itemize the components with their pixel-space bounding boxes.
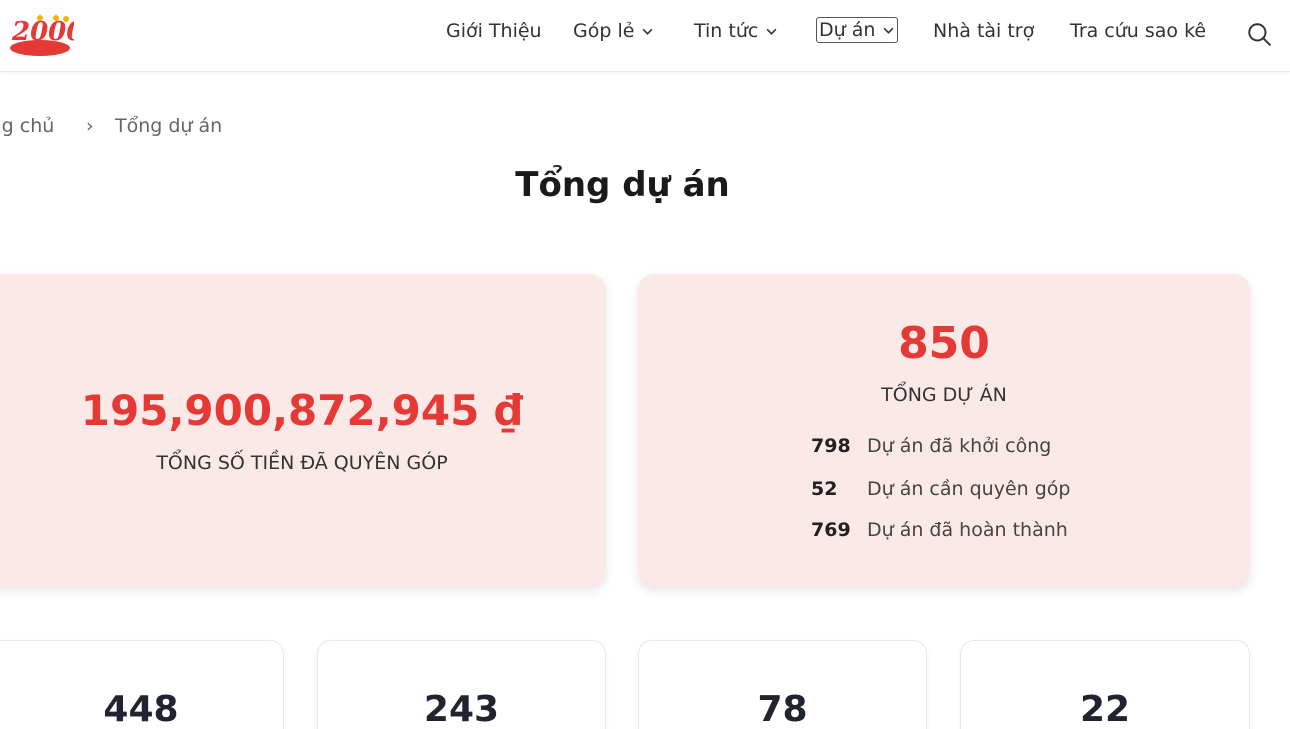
stat-card[interactable]: 78 xyxy=(638,640,927,729)
total-projects-label: TỔNG DỰ ÁN xyxy=(881,384,1007,406)
total-donations-label: TỔNG SỐ TIỀN ĐÃ QUYÊN GÓP xyxy=(156,452,448,474)
nav-gioi-thieu[interactable]: Giới Thiệu xyxy=(446,20,542,42)
nav-du-an-label: Dự án xyxy=(819,19,876,41)
nav-tra-cuu-label: Tra cứu sao kê xyxy=(1070,20,1207,42)
stat-number: 448 xyxy=(103,689,179,729)
nav-tin-tuc[interactable]: Tin tức xyxy=(694,20,778,42)
project-stat-number: 52 xyxy=(811,478,838,500)
stat-number: 78 xyxy=(757,689,808,729)
project-stat-number: 798 xyxy=(811,435,851,457)
project-stat-number: 769 xyxy=(811,519,851,541)
search-icon[interactable] xyxy=(1246,21,1272,47)
project-stat-row: 769 Dự án đã hoàn thành xyxy=(811,519,1068,541)
nav-du-an[interactable]: Dự án xyxy=(816,17,899,43)
site-header: 2000 Giới Thiệu Góp lẻ Tin tức Dự án Nhà… xyxy=(0,0,1290,72)
chevron-down-icon xyxy=(766,28,777,35)
page-title: Tổng dự án xyxy=(515,165,730,205)
breadcrumb-separator: › xyxy=(86,115,94,137)
stat-card[interactable]: 448 xyxy=(0,640,284,729)
breadcrumb-home[interactable]: ang chủ xyxy=(0,115,54,137)
chevron-down-icon xyxy=(643,28,653,35)
total-donations-card: 195,900,872,945 ₫ TỔNG SỐ TIỀN ĐÃ QUYÊN … xyxy=(0,274,606,587)
nav-tra-cuu-sao-ke[interactable]: Tra cứu sao kê xyxy=(1070,20,1206,42)
nav-nha-tai-tro-label: Nhà tài trợ xyxy=(933,20,1035,42)
logo[interactable]: 2000 xyxy=(4,10,74,58)
stat-card[interactable]: 243 xyxy=(317,640,606,729)
nav-gioi-thieu-label: Giới Thiệu xyxy=(446,20,542,42)
nav-nha-tai-tro[interactable]: Nhà tài trợ xyxy=(933,20,1034,42)
stat-card[interactable]: 22 xyxy=(960,640,1250,729)
total-donations-value: 195,900,872,945 ₫ xyxy=(80,386,524,435)
total-projects-value: 850 xyxy=(898,318,990,369)
project-stat-label: Dự án cần quyên góp xyxy=(867,478,1071,500)
project-stat-label: Dự án đã hoàn thành xyxy=(867,519,1068,541)
project-stat-row: 798 Dự án đã khởi công xyxy=(811,435,1051,457)
nav-gop-le[interactable]: Góp lẻ xyxy=(573,20,654,42)
stat-number: 22 xyxy=(1079,689,1131,729)
breadcrumb-current: Tổng dự án xyxy=(115,115,223,137)
chevron-down-icon xyxy=(883,27,894,34)
stat-number: 243 xyxy=(423,689,500,729)
total-projects-card: 850 TỔNG DỰ ÁN 798 Dự án đã khởi công 52… xyxy=(638,274,1250,587)
nav-tin-tuc-label: Tin tức xyxy=(694,20,759,42)
nav-gop-le-label: Góp lẻ xyxy=(573,20,635,42)
project-stat-label: Dự án đã khởi công xyxy=(867,435,1052,457)
project-stat-row: 52 Dự án cần quyên góp xyxy=(811,478,1070,500)
